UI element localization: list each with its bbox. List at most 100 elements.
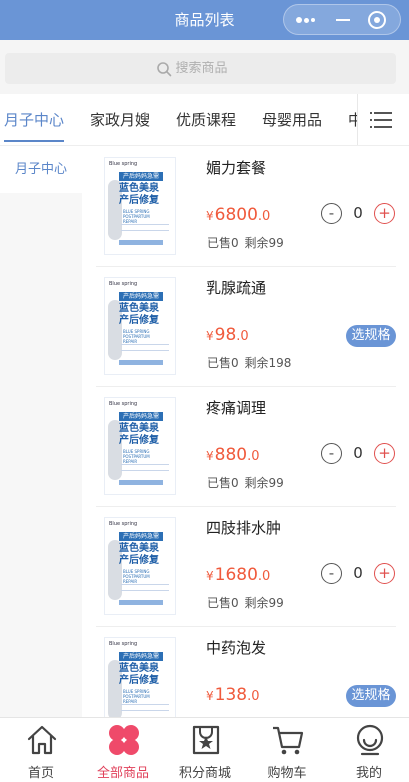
product-price: ¥98.0 xyxy=(206,325,249,345)
product-image[interactable]: Blue spring 产后妈妈急需 蓝色美泉 产后修复 BLUE SPRING… xyxy=(104,517,176,615)
currency-symbol: ¥ xyxy=(206,449,214,463)
increase-button[interactable]: + xyxy=(374,203,395,224)
price-decimal: .0 xyxy=(257,209,271,224)
thumb-line xyxy=(121,224,169,225)
side-category-nav: 月子中心 xyxy=(0,147,82,717)
mini-program-capsule xyxy=(283,4,401,35)
tab-label: 积分商城 xyxy=(178,766,231,781)
quantity-value: 0 xyxy=(353,444,363,462)
price-integer: 138 xyxy=(214,685,248,705)
tab-housekeeping[interactable]: 家政月嫂 xyxy=(90,94,150,145)
product-price: ¥1680.0 xyxy=(206,565,270,585)
thumb-title-1: 蓝色美泉 xyxy=(119,303,159,314)
product-list: Blue spring 产后妈妈急需 蓝色美泉 产后修复 BLUE SPRING… xyxy=(96,147,409,717)
thumb-subtitle: BLUE SPRING POSTPARTUM REPAIR xyxy=(123,689,150,704)
product-name: 乳腺疏通 xyxy=(206,279,267,297)
tab-label: 首页 xyxy=(27,766,54,781)
thumb-subtitle: BLUE SPRING POSTPARTUM REPAIR xyxy=(123,569,150,584)
search-bar xyxy=(0,40,409,94)
thumb-bar xyxy=(119,480,163,485)
tab-profile[interactable]: 我的 xyxy=(328,718,409,782)
thumb-line xyxy=(121,590,169,591)
product-price: ¥6800.0 xyxy=(206,205,270,225)
product-image[interactable]: Blue spring 产后妈妈急需 蓝色美泉 产后修复 BLUE SPRING… xyxy=(104,277,176,375)
decrease-button[interactable]: - xyxy=(321,443,342,464)
tab-courses[interactable]: 优质课程 xyxy=(176,94,236,145)
more-icon[interactable] xyxy=(296,17,318,23)
product-stock: 已售0 剩余99 xyxy=(207,474,284,491)
thumb-line xyxy=(121,470,169,471)
decrease-button[interactable]: - xyxy=(321,203,342,224)
thumb-line xyxy=(121,584,169,585)
product-item[interactable]: Blue spring 产后妈妈急需 蓝色美泉 产后修复 BLUE SPRING… xyxy=(96,507,396,627)
product-image[interactable]: Blue spring 产后妈妈急需 蓝色美泉 产后修复 BLUE SPRING… xyxy=(104,637,176,717)
product-stock: 已售0 剩余198 xyxy=(207,354,291,371)
title-bar: 商品列表 xyxy=(0,0,409,40)
sold-count: 已售0 xyxy=(207,596,239,610)
price-decimal: .0 xyxy=(236,329,249,344)
sold-count: 已售0 xyxy=(207,356,239,370)
thumb-subtitle: BLUE SPRING POSTPARTUM REPAIR xyxy=(123,329,150,344)
remaining-count: 剩余99 xyxy=(244,236,284,250)
tab-home[interactable]: 首页 xyxy=(0,718,82,782)
currency-symbol: ¥ xyxy=(206,329,214,343)
tab-all-products[interactable]: 全部商品 xyxy=(82,718,164,782)
product-item[interactable]: Blue spring 产后妈妈急需 蓝色美泉 产后修复 BLUE SPRING… xyxy=(96,147,396,267)
sold-count: 已售0 xyxy=(207,476,239,490)
select-spec-button[interactable]: 选规格 xyxy=(346,685,396,707)
category-menu-button[interactable] xyxy=(357,94,409,145)
tab-cart[interactable]: 购物车 xyxy=(246,718,328,782)
product-price: ¥880.0 xyxy=(206,445,260,465)
cart-icon xyxy=(273,726,304,755)
thumb-line xyxy=(121,464,169,465)
increase-button[interactable]: + xyxy=(374,563,395,584)
thumb-band: 产后妈妈急需 xyxy=(119,292,163,301)
close-capsule-icon[interactable] xyxy=(368,11,386,29)
product-image[interactable]: Blue spring 产后妈妈急需 蓝色美泉 产后修复 BLUE SPRING… xyxy=(104,397,176,495)
thumb-title-2: 产后修复 xyxy=(119,435,159,446)
search-field[interactable] xyxy=(5,53,396,84)
price-decimal: .0 xyxy=(257,569,271,584)
home-icon xyxy=(27,725,57,755)
select-spec-button[interactable]: 选规格 xyxy=(346,325,396,347)
tab-label: 全部商品 xyxy=(96,766,149,781)
search-input[interactable] xyxy=(175,61,246,76)
grid-icon xyxy=(109,725,139,755)
product-item[interactable]: Blue spring 产后妈妈急需 蓝色美泉 产后修复 BLUE SPRING… xyxy=(96,387,396,507)
minimize-icon[interactable] xyxy=(336,19,350,21)
bottom-tab-bar: 首页 全部商品 积分商城 购物车 我的 xyxy=(0,717,409,782)
product-stock: 已售0 剩余99 xyxy=(207,594,284,611)
product-item[interactable]: Blue spring 产后妈妈急需 蓝色美泉 产后修复 BLUE SPRING… xyxy=(96,627,396,717)
decrease-button[interactable]: - xyxy=(321,563,342,584)
thumb-title-2: 产后修复 xyxy=(119,315,159,326)
tab-points-mall[interactable]: 积分商城 xyxy=(164,718,246,782)
product-name: 中药泡发 xyxy=(206,639,267,657)
thumb-band: 产后妈妈急需 xyxy=(119,172,163,181)
product-item[interactable]: Blue spring 产后妈妈急需 蓝色美泉 产后修复 BLUE SPRING… xyxy=(96,267,396,387)
thumb-title-2: 产后修复 xyxy=(119,195,159,206)
increase-button[interactable]: + xyxy=(374,443,395,464)
remaining-count: 剩余198 xyxy=(244,356,292,370)
product-price: ¥138.0 xyxy=(206,685,260,705)
product-name: 疼痛调理 xyxy=(206,399,267,417)
quantity-stepper: - 0 + xyxy=(321,443,397,465)
tab-yuezi-center[interactable]: 月子中心 xyxy=(4,94,65,145)
thumb-bar xyxy=(119,360,163,365)
product-image[interactable]: Blue spring 产后妈妈急需 蓝色美泉 产后修复 BLUE SPRING… xyxy=(104,157,176,255)
thumb-title-1: 蓝色美泉 xyxy=(119,423,159,434)
thumb-title-2: 产后修复 xyxy=(119,675,159,686)
thumb-brand: Blue spring xyxy=(109,401,138,407)
currency-symbol: ¥ xyxy=(206,569,214,583)
remaining-count: 剩余99 xyxy=(244,476,284,490)
thumb-brand: Blue spring xyxy=(109,521,138,527)
tab-baby-products[interactable]: 母婴用品 xyxy=(262,94,322,145)
currency-symbol: ¥ xyxy=(206,689,214,703)
product-stock: 已售0 剩余99 xyxy=(207,234,284,251)
price-integer: 6800 xyxy=(214,205,258,225)
quantity-stepper: - 0 + xyxy=(321,563,397,585)
price-integer: 98 xyxy=(214,325,237,345)
thumb-line xyxy=(121,704,169,705)
tab-label: 我的 xyxy=(355,766,382,781)
side-item-yuezi-center[interactable]: 月子中心 xyxy=(0,147,82,193)
thumb-band: 产后妈妈急需 xyxy=(119,652,163,661)
